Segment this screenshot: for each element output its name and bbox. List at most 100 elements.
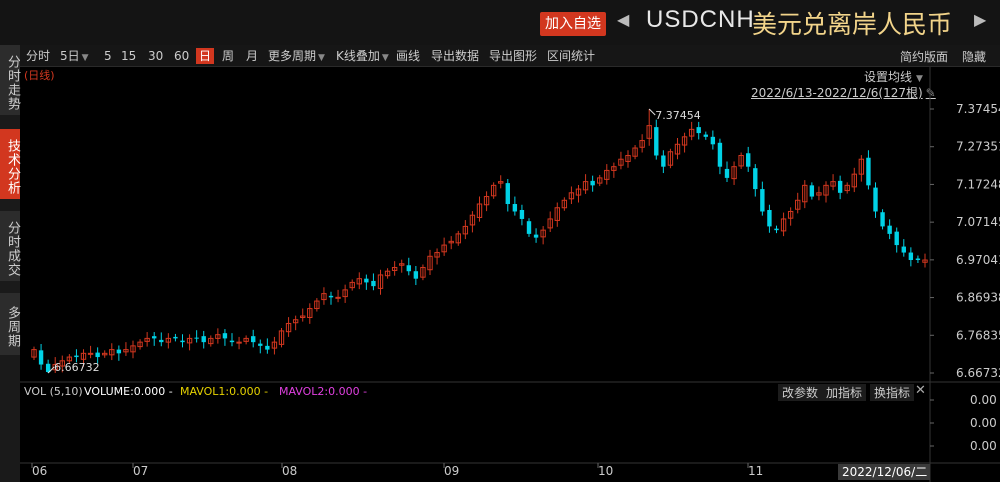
symbol-code: USDCNH [646, 6, 755, 33]
candle-body [887, 225, 892, 234]
tab-technical-analysis[interactable]: 技术分析 [0, 129, 20, 199]
export-data-button[interactable]: 导出数据 [431, 48, 479, 64]
candle-body [873, 187, 878, 212]
candle-body [95, 352, 100, 358]
candle-body [229, 340, 235, 343]
period-60min[interactable]: 60 [174, 48, 189, 64]
period-daily[interactable]: 日 [196, 48, 215, 64]
y-tick-label: 7.37454 [956, 102, 1000, 116]
candle-body [116, 349, 122, 354]
candle-body [236, 341, 242, 344]
candle-body [526, 221, 532, 234]
candle-body [724, 168, 730, 178]
y-tick-label: 7.07145 [956, 215, 1000, 229]
candle-body [746, 153, 751, 167]
candle-body [753, 168, 758, 190]
candle-body [774, 228, 779, 231]
x-tick-label: 06 [32, 464, 47, 478]
candle-body [265, 345, 270, 350]
x-tick-label: 08 [282, 464, 297, 478]
volume-value: VOLUME:0.000 - [84, 385, 173, 398]
candle-body [880, 212, 885, 227]
candle-body [258, 343, 263, 346]
candle-body [87, 352, 94, 355]
x-tick-label: 07 [133, 464, 148, 478]
x-tick-label: 10 [598, 464, 613, 478]
more-periods-dropdown[interactable]: 更多周期 ▼ [268, 48, 325, 66]
period-monthly[interactable]: 月 [246, 48, 258, 64]
close-icon[interactable]: ✕ [915, 383, 926, 398]
candle-body [901, 246, 906, 253]
kline-overlay-dropdown[interactable]: K线叠加 ▼ [336, 48, 389, 66]
y-tick-label: 7.17248 [956, 177, 1000, 191]
candle-body [328, 295, 334, 298]
candle-body [406, 265, 411, 272]
candle-body [222, 333, 228, 339]
period-intraday[interactable]: 分时 [26, 48, 50, 64]
candle-body [201, 336, 206, 343]
period-weekly[interactable]: 周 [222, 48, 234, 64]
candle-body [661, 155, 666, 167]
candle-body [809, 185, 815, 197]
x-tick-label: 11 [748, 464, 763, 478]
candle-body [335, 296, 341, 299]
hide-button[interactable]: 隐藏 [962, 48, 986, 65]
candle-body [894, 231, 899, 246]
candle-body [696, 127, 701, 134]
add-indicator-button[interactable]: 加指标 [822, 384, 867, 401]
candle-body [866, 157, 871, 186]
drawing-tools-button[interactable]: 画线 [396, 48, 420, 64]
symbol-name: 美元兑离岸人民币 [752, 10, 953, 39]
chart-area: (日线) 设置均线 ▼ 2022/6/13-2022/12/6(127根) ✎ 7.… [20, 67, 1000, 482]
simple-layout-button[interactable]: 简约版面 [900, 48, 948, 65]
candle-body [251, 336, 256, 343]
candle-body [194, 337, 199, 339]
period-30min[interactable]: 30 [148, 48, 163, 64]
period-5day[interactable]: 5日 ▼ [60, 48, 89, 66]
export-chart-button[interactable]: 导出图形 [489, 48, 537, 64]
candle-body [533, 234, 539, 238]
period-5min[interactable]: 5 [104, 48, 112, 64]
candle-body [159, 339, 164, 343]
candle-body [364, 278, 369, 283]
candle-body [590, 180, 595, 186]
y-tick-label: 7.27351 [956, 140, 1000, 154]
candle-body [173, 336, 178, 339]
candle-body [74, 355, 79, 358]
switch-indicator-button[interactable]: 换指标 [870, 384, 915, 401]
tab-intraday-trades[interactable]: 分时成交 [0, 211, 20, 281]
tab-intraday-trend[interactable]: 分时走势 [0, 45, 20, 115]
candle-body [767, 209, 772, 227]
volume-indicator-header: VOL (5,10) VOLUME:0.000 - MAVOL1:0.000 -… [20, 383, 930, 401]
candle-body [512, 204, 518, 212]
chevron-down-icon: ▼ [381, 53, 389, 63]
mavol2-value: MAVOL2:0.000 - [279, 385, 368, 398]
period-15min[interactable]: 15 [121, 48, 136, 64]
candle-body [180, 340, 185, 343]
x-tick-label: 09 [444, 464, 459, 478]
edit-params-button[interactable]: 改参数 [778, 384, 823, 401]
candle-body [38, 350, 44, 365]
high-price-label: 7.37454 [655, 109, 701, 122]
title-bar: 加入自选 ◀ USDCNH 美元兑离岸人民币 ▶ [0, 0, 1000, 45]
crosshair-date-label: 2022/12/06/二 [842, 465, 927, 479]
candle-body [413, 271, 419, 279]
candle-body [837, 180, 843, 193]
range-statistics-button[interactable]: 区间统计 [547, 48, 595, 64]
period-toolbar: 分时 5日 ▼ 5 15 30 60 日 周 月 更多周期 ▼ K线叠加 ▼ 画线 导… [20, 45, 1000, 67]
candle-body [710, 136, 716, 145]
volume-y-tick-label: 0.00 [970, 439, 997, 453]
candle-body [703, 134, 708, 137]
volume-indicator-name: VOL (5,10) [24, 385, 83, 398]
next-symbol-icon[interactable]: ▶ [974, 10, 986, 29]
chevron-down-icon: ▼ [81, 53, 89, 63]
candle-body [908, 252, 914, 261]
y-tick-label: 6.97041 [956, 253, 1000, 267]
prev-symbol-icon[interactable]: ◀ [617, 10, 629, 29]
y-tick-label: 6.86938 [956, 291, 1000, 305]
view-sidebar: 分时走势 技术分析 分时成交 多周期 [0, 45, 20, 482]
tab-multi-period[interactable]: 多周期 [0, 293, 20, 355]
add-to-watchlist-button[interactable]: 加入自选 [540, 12, 606, 36]
candlestick-chart[interactable]: 7.37454 7.27351 7.17248 7.07145 6.97041 6.869… [20, 67, 1000, 482]
volume-y-tick-label: 0.00 [970, 416, 997, 430]
